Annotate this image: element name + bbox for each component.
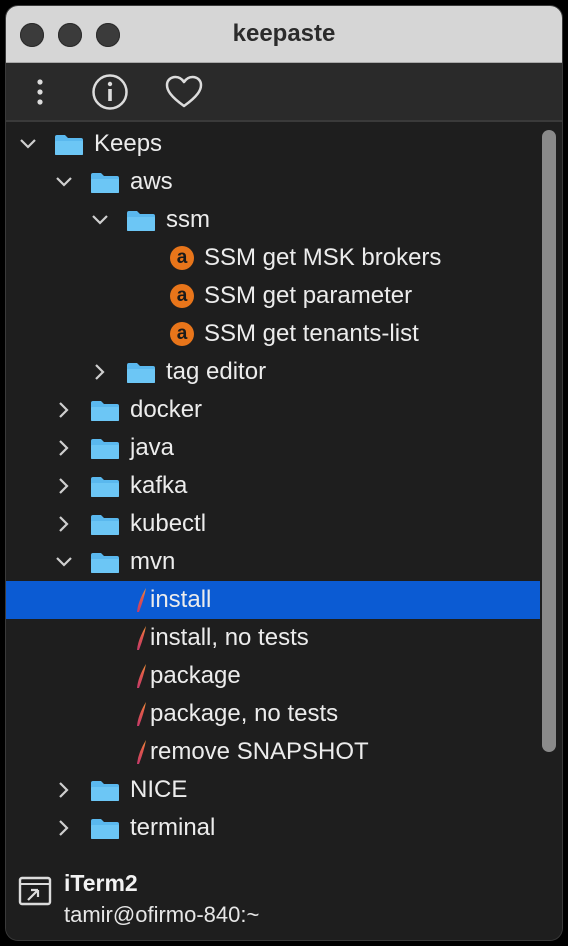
heart-icon xyxy=(165,75,203,108)
terminal-window-icon xyxy=(18,876,52,906)
tree-item-label: install, no tests xyxy=(150,624,309,651)
feather-icon xyxy=(137,588,146,612)
tree-item-label: java xyxy=(130,434,175,461)
feather-icon xyxy=(137,664,146,688)
folder-icon xyxy=(91,439,119,459)
tree-folder-row[interactable]: java xyxy=(6,429,540,467)
amazon-icon: a xyxy=(170,284,194,308)
tree-item-label: install xyxy=(150,586,212,613)
feather-icon xyxy=(137,626,146,650)
folder-icon xyxy=(91,477,119,497)
tree-folder-row[interactable]: ssm xyxy=(6,201,540,239)
chevron-right-icon[interactable] xyxy=(54,818,74,838)
tree-item-label: package, no tests xyxy=(150,700,339,727)
tree-keep-row[interactable]: install, no tests xyxy=(6,619,540,657)
tree-scrollbar[interactable] xyxy=(542,130,556,752)
toolbar xyxy=(6,63,562,121)
tree-item-label: SSM get tenants-list xyxy=(204,320,419,347)
info-button[interactable] xyxy=(90,72,130,112)
chevron-down-icon[interactable] xyxy=(90,210,110,230)
tree-keep-row[interactable]: package xyxy=(6,657,540,695)
tree-keep-row[interactable]: install xyxy=(6,581,540,619)
tree-item-label: docker xyxy=(130,396,203,423)
tree-folder-row[interactable]: aws xyxy=(6,163,540,201)
chevron-down-icon[interactable] xyxy=(18,134,38,154)
chevron-right-icon[interactable] xyxy=(54,400,74,420)
feather-icon xyxy=(137,702,146,726)
tree-folder-row[interactable]: kafka xyxy=(6,467,540,505)
tree-keep-row[interactable]: a SSM get tenants-list xyxy=(6,315,540,353)
chevron-down-icon[interactable] xyxy=(54,172,74,192)
chevron-right-icon[interactable] xyxy=(54,476,74,496)
keeps-tree: Keeps aws ssm a SSM get MSK brokers a SSM get … xyxy=(6,121,562,849)
folder-icon xyxy=(91,515,119,535)
tree-keep-row[interactable]: a SSM get MSK brokers xyxy=(6,239,540,277)
tree-item-label: NICE xyxy=(130,776,188,803)
folder-icon xyxy=(127,363,155,383)
folder-icon xyxy=(91,173,119,193)
tree-item-label: aws xyxy=(130,168,173,195)
folder-icon xyxy=(91,553,119,573)
tree-keep-row[interactable]: a SSM get parameter xyxy=(6,277,540,315)
tree-folder-row[interactable]: NICE xyxy=(6,771,540,809)
tree-item-label: kubectl xyxy=(130,510,207,537)
chevron-right-icon[interactable] xyxy=(54,780,74,800)
tree-item-label: kafka xyxy=(130,472,188,499)
tree-folder-row[interactable]: mvn xyxy=(6,543,540,581)
tree-folder-row[interactable]: tag editor xyxy=(6,353,540,391)
folder-icon xyxy=(91,401,119,421)
active-app-subtitle: tamir@ofirmo-840:~ xyxy=(64,902,260,927)
info-icon xyxy=(92,74,128,110)
folder-icon xyxy=(55,135,83,155)
tree-folder-row[interactable]: docker xyxy=(6,391,540,429)
amazon-icon: a xyxy=(170,322,194,346)
more-vertical-icon xyxy=(37,79,43,105)
tree-item-label: remove SNAPSHOT xyxy=(150,738,369,765)
folder-icon xyxy=(91,781,119,801)
chevron-right-icon[interactable] xyxy=(54,514,74,534)
active-app-panel: iTerm2 tamir@ofirmo-840:~ xyxy=(6,848,562,940)
tree-item-label: ssm xyxy=(166,206,210,233)
tree-folder-row[interactable]: Keeps xyxy=(6,125,540,163)
window-title: keepaste xyxy=(232,20,336,47)
active-app-name: iTerm2 xyxy=(64,870,138,896)
tree-folder-row[interactable]: terminal xyxy=(6,809,540,847)
tree-folder-row[interactable]: kubectl xyxy=(6,505,540,543)
tree-keep-row[interactable]: remove SNAPSHOT xyxy=(6,733,540,771)
folder-icon xyxy=(91,819,119,839)
amazon-icon: a xyxy=(170,246,194,270)
chevron-right-icon[interactable] xyxy=(54,438,74,458)
tree-keep-row[interactable]: package, no tests xyxy=(6,695,540,733)
tree-item-label: SSM get parameter xyxy=(204,282,413,309)
tree-item-label: tag editor xyxy=(166,358,267,385)
feather-icon xyxy=(137,740,146,764)
tree-item-label: SSM get MSK brokers xyxy=(204,244,442,271)
tree-item-label: terminal xyxy=(130,814,216,841)
more-menu-button[interactable] xyxy=(28,72,52,112)
app-window: keepaste Keeps aws ssm a SSM get MSK brokers… xyxy=(6,6,562,940)
folder-icon xyxy=(127,211,155,231)
title-bar: keepaste xyxy=(6,6,562,63)
tree-item-label: mvn xyxy=(130,548,176,575)
favorites-button[interactable] xyxy=(162,72,206,112)
tree-item-label: package xyxy=(150,662,241,689)
chevron-down-icon[interactable] xyxy=(54,552,74,572)
chevron-right-icon[interactable] xyxy=(90,362,110,382)
tree-item-label: Keeps xyxy=(94,130,163,157)
